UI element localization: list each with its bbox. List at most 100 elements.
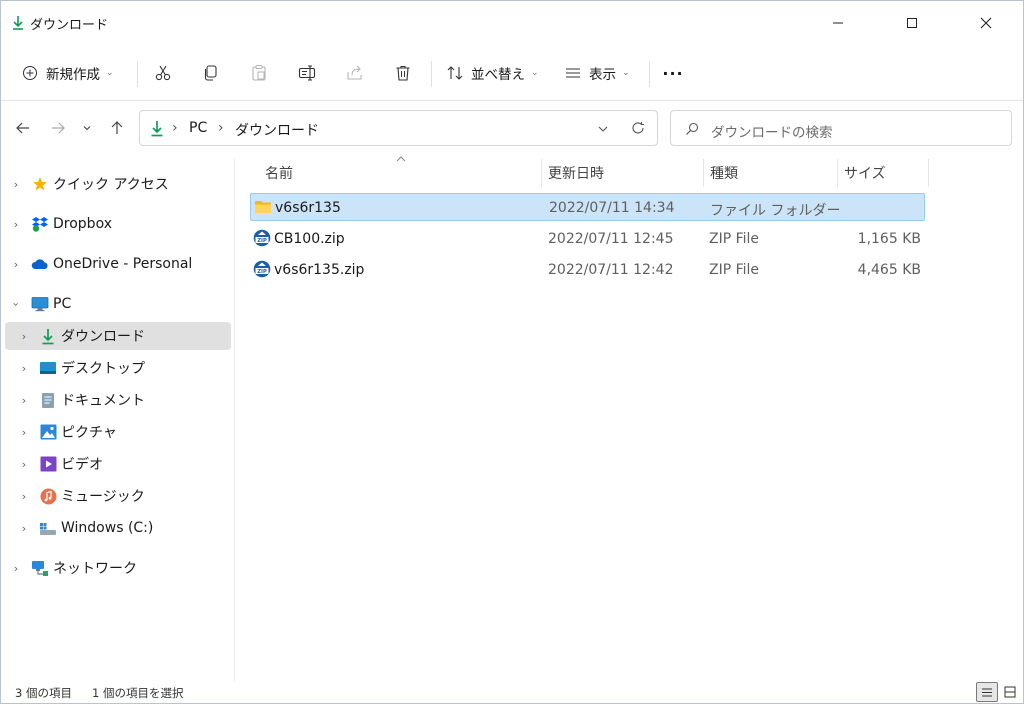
sort-icon — [447, 66, 463, 80]
paste-button[interactable] — [245, 55, 273, 91]
plus-circle-icon — [23, 66, 37, 80]
recent-locations-button[interactable] — [75, 114, 99, 142]
refresh-icon[interactable] — [631, 121, 645, 135]
sidebar-item-quick-access[interactable]: › クイック アクセス — [5, 170, 231, 198]
paste-icon — [252, 65, 266, 81]
column-header-size[interactable]: サイズ — [844, 159, 924, 187]
search-placeholder: ダウンロードの検索 — [711, 125, 833, 141]
chevron-right-icon[interactable]: › — [18, 394, 30, 407]
sidebar-item-label: Windows (C:) — [61, 520, 154, 536]
star-icon — [31, 175, 49, 193]
sidebar-item-music[interactable]: › ミュージック — [5, 482, 231, 510]
forward-button[interactable] — [44, 114, 72, 142]
cut-icon — [155, 65, 171, 81]
download-icon — [151, 121, 163, 137]
column-divider[interactable] — [928, 159, 929, 187]
file-date: 2022/07/11 12:45 — [548, 231, 674, 247]
file-row[interactable]: v6s6r135 2022/07/11 14:34 ファイル フォルダー — [250, 193, 925, 221]
chevron-right-icon[interactable]: › — [10, 178, 22, 191]
breadcrumb-downloads[interactable]: ダウンロード — [235, 120, 319, 140]
chevron-right-icon[interactable]: › — [18, 490, 30, 503]
file-name: CB100.zip — [274, 231, 345, 247]
maximize-button[interactable] — [889, 1, 935, 45]
copy-button[interactable] — [197, 55, 225, 91]
column-header-date[interactable]: 更新日時 — [548, 159, 698, 187]
chevron-right-icon[interactable]: › — [18, 426, 30, 439]
arrow-left-icon — [16, 122, 29, 134]
minimize-button[interactable] — [815, 1, 861, 45]
network-icon — [31, 559, 49, 577]
sidebar-item-label: ネットワーク — [53, 561, 137, 577]
column-divider[interactable] — [837, 159, 838, 187]
chevron-down-icon[interactable] — [597, 123, 609, 135]
close-icon — [980, 17, 992, 29]
file-size: 1,165 KB — [857, 231, 921, 247]
new-label: 新規作成 — [46, 67, 100, 83]
arrow-right-icon — [52, 122, 65, 134]
sidebar-item-downloads[interactable]: › ダウンロード — [5, 322, 231, 350]
delete-button[interactable] — [389, 55, 417, 91]
dropbox-icon — [31, 215, 49, 233]
sidebar-item-pictures[interactable]: › ピクチャ — [5, 418, 231, 446]
sort-button[interactable]: 並べ替え ⌄ — [441, 55, 543, 91]
svg-text:ZIP: ZIP — [257, 269, 267, 275]
back-button[interactable] — [9, 114, 37, 142]
breadcrumb-pc[interactable]: PC — [189, 120, 207, 136]
delete-icon — [396, 65, 410, 81]
folder-icon — [255, 201, 271, 213]
column-divider[interactable] — [541, 159, 542, 187]
file-date: 2022/07/11 14:34 — [549, 200, 675, 216]
new-button[interactable]: 新規作成 ⌄ — [15, 55, 127, 91]
maximize-icon — [907, 18, 917, 28]
chevron-down-icon[interactable]: › — [10, 298, 23, 310]
breadcrumb-separator: › — [218, 120, 224, 136]
video-icon — [39, 455, 57, 473]
close-button[interactable] — [963, 1, 1009, 45]
sidebar-item-label: PC — [53, 296, 72, 312]
tiles-view-button[interactable] — [999, 682, 1021, 702]
share-icon — [347, 65, 362, 80]
address-bar[interactable]: › PC › ダウンロード — [139, 110, 658, 146]
sidebar-item-label: クイック アクセス — [53, 177, 169, 193]
sidebar-item-videos[interactable]: › ビデオ — [5, 450, 231, 478]
item-count: 3 個の項目 — [15, 686, 72, 700]
sidebar-item-pc[interactable]: › PC — [5, 290, 231, 318]
column-header-label: 種類 — [710, 166, 738, 182]
chevron-right-icon[interactable]: › — [18, 522, 30, 535]
sidebar-item-windows-c[interactable]: › Windows (C:) — [5, 514, 231, 542]
chevron-right-icon[interactable]: › — [18, 330, 30, 343]
rename-button[interactable] — [293, 55, 321, 91]
chevron-right-icon[interactable]: › — [10, 258, 22, 271]
column-header-type[interactable]: 種類 — [710, 159, 830, 187]
details-view-button[interactable] — [976, 682, 998, 702]
zip-icon: ZIP — [253, 229, 271, 247]
file-row[interactable]: ZIP v6s6r135.zip 2022/07/11 12:42 ZIP Fi… — [250, 256, 925, 284]
sidebar-item-label: デスクトップ — [61, 361, 145, 377]
up-button[interactable] — [103, 114, 131, 142]
chevron-right-icon[interactable]: › — [18, 458, 30, 471]
sidebar-item-documents[interactable]: › ドキュメント — [5, 386, 231, 414]
music-icon — [39, 487, 57, 505]
view-button[interactable]: 表示 ⌄ — [559, 55, 639, 91]
sidebar-item-label: Dropbox — [53, 216, 112, 232]
column-divider[interactable] — [703, 159, 704, 187]
chevron-right-icon[interactable]: › — [18, 362, 30, 375]
view-list-icon — [566, 68, 580, 78]
chevron-right-icon[interactable]: › — [10, 562, 22, 575]
column-header-name[interactable]: 名前 — [265, 159, 535, 187]
sidebar-item-network[interactable]: › ネットワーク — [5, 554, 231, 582]
search-box[interactable]: ダウンロードの検索 — [670, 110, 1012, 146]
selected-count: 1 個の項目を選択 — [92, 686, 184, 700]
chevron-down-icon: ⌄ — [531, 68, 539, 78]
sidebar-item-onedrive[interactable]: › OneDrive - Personal — [5, 250, 231, 278]
chevron-right-icon[interactable]: › — [10, 218, 22, 231]
cloud-icon — [31, 255, 49, 273]
share-button[interactable] — [341, 55, 369, 91]
details-view-icon — [982, 688, 992, 696]
more-options-button[interactable]: ··· — [659, 55, 687, 91]
monitor-icon — [31, 295, 49, 313]
sidebar-item-dropbox[interactable]: › Dropbox — [5, 210, 231, 238]
sidebar-item-desktop[interactable]: › デスクトップ — [5, 354, 231, 382]
cut-button[interactable] — [149, 55, 177, 91]
file-row[interactable]: ZIP CB100.zip 2022/07/11 12:45 ZIP File … — [250, 225, 925, 253]
